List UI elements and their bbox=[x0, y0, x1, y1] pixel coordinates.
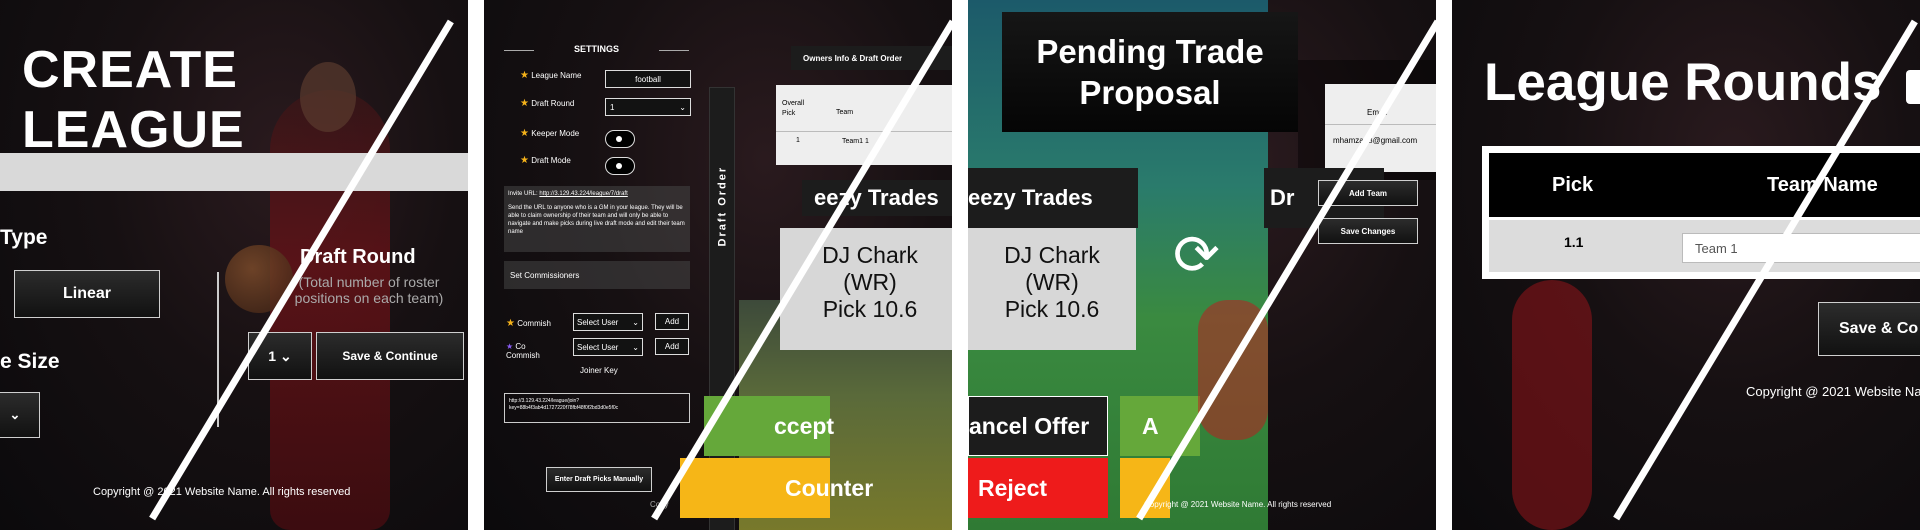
create-league-panel: CREATE LEAGUE Type Linear e Size ⌄ Draft… bbox=[0, 0, 468, 530]
copyright: Copyright @ 2021 Website Name. All right… bbox=[1144, 500, 1332, 509]
league-name-row: ★ League Name bbox=[520, 70, 581, 81]
invite-url-label: Invite URL: bbox=[508, 191, 538, 197]
enter-picks-manually-button[interactable]: Enter Draft Picks Manually bbox=[546, 467, 652, 492]
player-position: (WR) bbox=[843, 269, 897, 295]
joiner-key-field[interactable]: http://3.129.43.224/league/join?key=88b4… bbox=[504, 393, 690, 423]
draft-mode-row: ★ Draft Mode bbox=[520, 155, 571, 166]
co-commish-row: ★ Co Commish bbox=[506, 342, 556, 360]
chevron-down-icon: ⌄ bbox=[279, 347, 292, 364]
draft-mode-label: Draft Mode bbox=[531, 156, 571, 165]
trade-card: DJ Chark (WR) Pick 10.6 bbox=[968, 228, 1136, 350]
header-band bbox=[0, 153, 468, 191]
accept-button[interactable]: A bbox=[1120, 396, 1200, 456]
keeper-mode-toggle[interactable] bbox=[605, 130, 635, 148]
page-title: League Rounds bbox=[1484, 53, 1882, 112]
cell-pick: 1 bbox=[796, 137, 800, 144]
counter-button[interactable]: Counter bbox=[680, 458, 873, 518]
copyright: Copyright @ 2021 Website Na bbox=[1746, 384, 1920, 399]
draft-round-row: ★ Draft Round bbox=[520, 98, 574, 109]
save-continue-button[interactable]: Save & Co bbox=[1818, 302, 1920, 356]
select-user-text: Select User bbox=[577, 317, 619, 327]
size-select[interactable]: ⌄ bbox=[0, 392, 40, 438]
settings-heading: SETTINGS bbox=[504, 44, 689, 54]
star-icon: ★ bbox=[520, 155, 529, 166]
add-commish-button[interactable]: Add bbox=[655, 313, 689, 330]
cell-email: mhamza18@gmail.com bbox=[1333, 136, 1418, 145]
pending-title: Pending Trade Proposal bbox=[1002, 12, 1298, 132]
trades-title: eezy Trades bbox=[802, 180, 952, 216]
chevron-down-icon: ⌄ bbox=[632, 342, 639, 352]
menu-button[interactable] bbox=[1906, 70, 1920, 104]
pick-number: Pick 10.6 bbox=[822, 296, 918, 322]
commish-label: Commish bbox=[517, 319, 551, 328]
save-changes-button[interactable]: Save Changes bbox=[1318, 218, 1418, 244]
invite-url-link[interactable]: http://3.129.43.224/league/7/draft bbox=[539, 191, 627, 197]
header-pick: Pick bbox=[1552, 174, 1594, 196]
player-position: (WR) bbox=[1025, 269, 1079, 295]
pending-title-line2: Proposal bbox=[1079, 74, 1221, 111]
draft-round-select[interactable]: 1 ⌄ bbox=[605, 98, 691, 116]
star-icon: ★ bbox=[506, 318, 515, 329]
chevron-down-icon: ⌄ bbox=[679, 102, 686, 112]
draft-mode-toggle[interactable] bbox=[605, 157, 635, 175]
pick-number: Pick 10.6 bbox=[1004, 296, 1100, 322]
team-name-input[interactable]: Team 1 bbox=[1682, 233, 1920, 263]
keeper-mode-label: Keeper Mode bbox=[531, 129, 580, 138]
cancel-offer-button[interactable]: ancel Offer bbox=[968, 396, 1108, 456]
header-team: Team bbox=[836, 109, 854, 116]
header-overall-pick: Overall Pick bbox=[782, 100, 805, 117]
round-select-value: 1 bbox=[268, 348, 277, 364]
select-user-text: Select User bbox=[577, 342, 619, 352]
player-name: DJ Chark bbox=[1004, 242, 1100, 268]
cell-team: Team1 1 bbox=[842, 138, 869, 145]
settings-panel: SETTINGS ★ League Name football ★ Draft … bbox=[484, 0, 952, 530]
player-silhouette bbox=[1512, 280, 1592, 530]
draft-round-value: 1 bbox=[610, 102, 615, 112]
refresh-icon[interactable]: ⟳ bbox=[1173, 222, 1220, 288]
copyright: Copyright @ 2021 Website Name. All right… bbox=[93, 486, 351, 498]
commish-select[interactable]: Select User ⌄ bbox=[573, 313, 643, 331]
cell-pick: 1.1 bbox=[1564, 234, 1584, 250]
draft-round-label: Draft Round bbox=[531, 99, 575, 108]
reject-button[interactable]: Reject bbox=[968, 458, 1108, 518]
trade-card: DJ Chark (WR) Pick 10.6 bbox=[780, 228, 952, 350]
table-divider bbox=[776, 131, 952, 132]
save-continue-button[interactable]: Save & Continue bbox=[316, 332, 464, 380]
star-icon: ★ bbox=[506, 342, 514, 351]
type-label: Type bbox=[0, 226, 48, 249]
type-select-button[interactable]: Linear bbox=[14, 270, 160, 318]
draft-order-table: Overall Pick Team 1 Team1 1 bbox=[776, 85, 952, 165]
invite-text: Send the URL to anyone who is a GM in yo… bbox=[508, 205, 685, 235]
star-icon: ★ bbox=[520, 70, 529, 81]
set-commissioners-header: Set Commissioners bbox=[504, 261, 690, 289]
invite-info-box: Invite URL: http://3.129.43.224/league/7… bbox=[504, 186, 690, 252]
chevron-down-icon: ⌄ bbox=[9, 407, 21, 422]
keeper-mode-row: ★ Keeper Mode bbox=[520, 128, 579, 139]
size-label: e Size bbox=[0, 350, 60, 373]
teams-table: Email mhamza18@gmail.com bbox=[1325, 84, 1436, 172]
commish-row: ★ Commish bbox=[506, 318, 551, 329]
league-name-label: League Name bbox=[531, 71, 582, 80]
joiner-key-label: Joiner Key bbox=[580, 366, 618, 375]
star-icon: ★ bbox=[520, 128, 529, 139]
draft-round-help: (Total number of roster positions on eac… bbox=[294, 274, 444, 306]
league-rounds-panel: League Rounds Pick Team Name 1.1 Team 1 … bbox=[1452, 0, 1920, 530]
trades-title: eezy Trades bbox=[968, 168, 1138, 228]
draft-order-label: Draft Order bbox=[716, 165, 729, 247]
add-co-commish-button[interactable]: Add bbox=[655, 338, 689, 355]
pending-title-line1: Pending Trade bbox=[1036, 33, 1264, 70]
league-name-input[interactable]: football bbox=[605, 70, 691, 88]
table-divider bbox=[1325, 124, 1436, 125]
co-commish-select[interactable]: Select User ⌄ bbox=[573, 338, 643, 356]
pending-trade-panel: Pending Trade Proposal eezy Trades DJ Ch… bbox=[968, 0, 1436, 530]
chevron-down-icon: ⌄ bbox=[632, 317, 639, 327]
star-icon: ★ bbox=[520, 98, 529, 109]
